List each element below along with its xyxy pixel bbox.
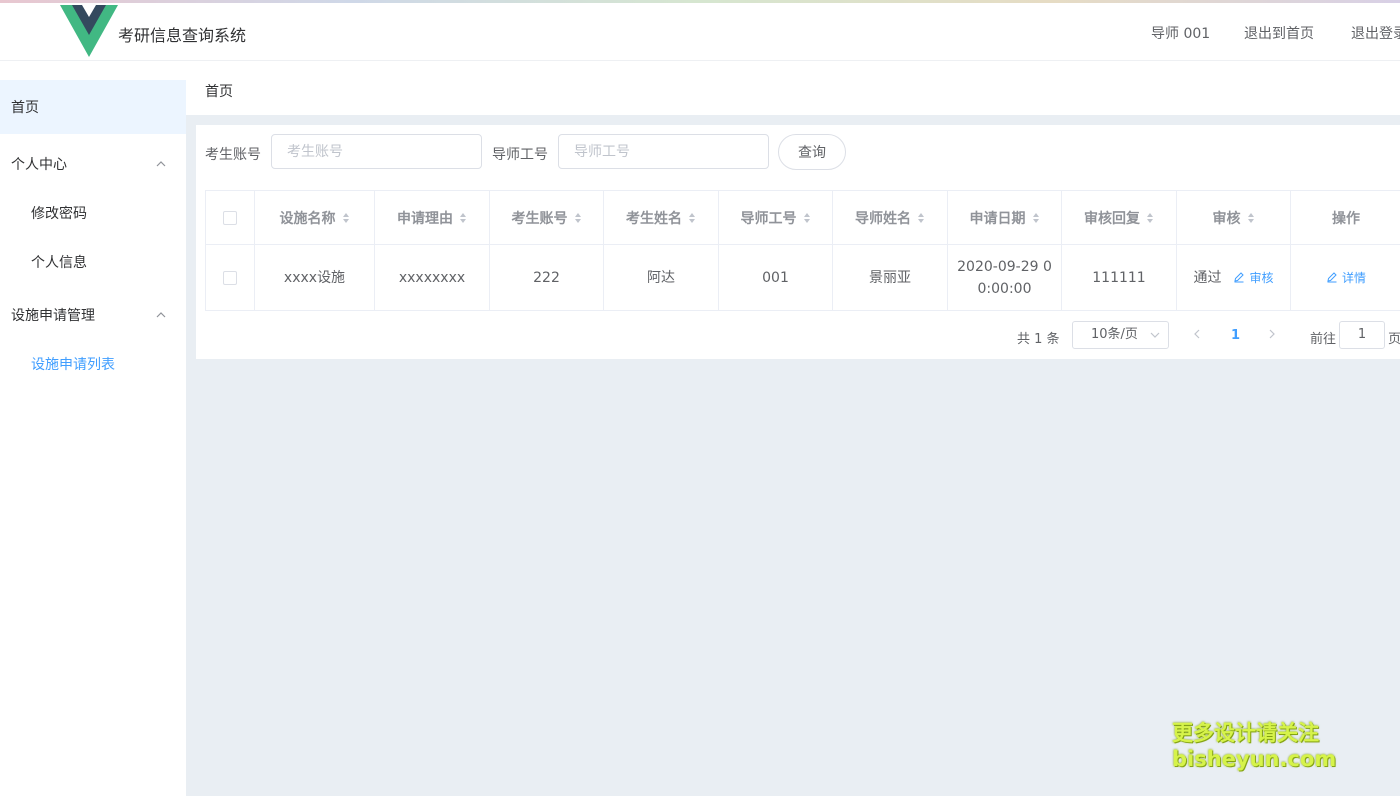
detail-button-label: 详情	[1341, 270, 1366, 285]
app-title: 考研信息查询系统	[118, 26, 247, 45]
row-select-cell	[206, 245, 255, 310]
column-header-student-name[interactable]: 考生姓名	[604, 191, 719, 245]
top-header: 考研信息查询系统 导师 001 退出到首页 退出登录	[0, 3, 1400, 61]
column-header-label: 申请理由	[397, 210, 453, 227]
user-label: 导师 001	[1151, 26, 1211, 42]
column-header-reason[interactable]: 申请理由	[375, 191, 490, 245]
select-all-checkbox[interactable]	[223, 210, 237, 225]
sidebar-item-change-password[interactable]: 修改密码	[0, 189, 186, 237]
watermark: 更多设计请关注 bisheyun.com	[1172, 720, 1337, 772]
sort-caret-icon[interactable]	[688, 212, 696, 224]
sort-caret-icon[interactable]	[1032, 212, 1040, 224]
cell-reason: xxxxxxxx	[375, 245, 490, 310]
sidebar-item-label: 修改密码	[31, 206, 87, 222]
student-account-input[interactable]	[271, 134, 482, 169]
sidebar-menu: 首页 个人中心 修改密码 个人信息 设施申请管理 设施申请列表	[0, 62, 186, 796]
sidebar-item-label: 设施申请管理	[11, 308, 95, 324]
student-account-label: 考生账号	[205, 147, 261, 163]
column-header-label: 导师工号	[740, 210, 797, 227]
apply-date-line2: 0:00:00	[977, 280, 1032, 297]
sort-caret-icon[interactable]	[459, 212, 467, 224]
select-all-cell	[206, 191, 255, 245]
list-card: 考生账号 导师工号 查询 设施名称 申请理由 考生账号 考生姓名 导师工号 导师…	[196, 125, 1400, 359]
chevron-down-icon	[1150, 332, 1160, 338]
cell-tutor-id: 001	[719, 245, 833, 310]
column-header-label: 操作	[1332, 210, 1360, 227]
column-header-label: 审核回复	[1084, 210, 1140, 227]
chevron-up-icon	[156, 312, 166, 318]
next-page-icon[interactable]	[1269, 329, 1275, 339]
sort-caret-icon[interactable]	[803, 212, 811, 224]
column-header-label: 申请日期	[969, 210, 1026, 227]
chevron-up-icon	[156, 161, 166, 167]
breadcrumb-bar: 首页	[186, 62, 1400, 115]
sidebar-item-label: 首页	[11, 100, 39, 116]
column-header-label: 考生账号	[511, 210, 568, 227]
column-header-label: 导师姓名	[855, 210, 911, 227]
main-content: 首页 考生账号 导师工号 查询 设施名称 申请理由 考生账号 考生姓名 导师工号…	[186, 62, 1400, 796]
column-header-tutor-name[interactable]: 导师姓名	[833, 191, 948, 245]
sidebar-item-label: 个人信息	[31, 255, 87, 271]
applications-table: 设施名称 申请理由 考生账号 考生姓名 导师工号 导师姓名 申请日期 审核回复 …	[205, 190, 1400, 311]
column-header-tutor-id[interactable]: 导师工号	[719, 191, 833, 245]
watermark-line2: bisheyun.com	[1172, 747, 1337, 771]
column-header-student-account[interactable]: 考生账号	[490, 191, 604, 245]
column-header-facility[interactable]: 设施名称	[255, 191, 375, 245]
status-text: 通过	[1193, 269, 1222, 286]
edit-icon	[1234, 271, 1245, 282]
query-button[interactable]: 查询	[778, 134, 846, 170]
sidebar-item-facility-list[interactable]: 设施申请列表	[0, 340, 186, 388]
tutor-id-label: 导师工号	[492, 147, 548, 163]
prev-page-icon[interactable]	[1194, 329, 1200, 339]
sidebar-item-facility-management[interactable]: 设施申请管理	[0, 288, 186, 342]
back-home-link[interactable]: 退出到首页	[1244, 23, 1314, 43]
cell-student-name: 阿达	[604, 245, 719, 310]
current-page-number[interactable]: 1	[1231, 328, 1240, 343]
goto-page-input[interactable]: 1	[1339, 321, 1385, 349]
cell-reply: 111111	[1062, 245, 1177, 310]
cell-apply-date: 2020-09-29 0 0:00:00	[948, 245, 1062, 310]
column-header-label: 考生姓名	[626, 210, 682, 227]
sort-caret-icon[interactable]	[1247, 212, 1255, 224]
sort-caret-icon[interactable]	[342, 212, 350, 224]
cell-review: 通过 审核	[1177, 245, 1291, 310]
goto-label: 前往	[1310, 332, 1337, 347]
cell-facility: xxxx设施	[255, 245, 375, 310]
vue-logo-icon	[60, 5, 118, 57]
column-header-review[interactable]: 审核	[1177, 191, 1291, 245]
edit-icon	[1327, 271, 1337, 282]
apply-date-line1: 2020-09-29 0	[957, 258, 1052, 275]
sidebar-item-personal-center[interactable]: 个人中心	[0, 137, 186, 191]
sort-caret-icon[interactable]	[1146, 212, 1154, 224]
sidebar-item-label: 个人中心	[11, 157, 67, 173]
cell-tutor-name: 景丽亚	[833, 245, 948, 310]
column-header-label: 设施名称	[279, 210, 336, 227]
row-checkbox[interactable]	[223, 270, 237, 285]
cell-student-account: 222	[490, 245, 604, 310]
review-button-label: 审核	[1249, 270, 1274, 285]
column-header-label: 审核	[1212, 210, 1241, 227]
detail-button[interactable]: 详情	[1326, 267, 1366, 289]
sidebar-item-label: 设施申请列表	[31, 357, 115, 373]
sort-caret-icon[interactable]	[917, 212, 925, 224]
page-size-value: 10条/页	[1091, 327, 1138, 342]
pagination-total: 共 1 条	[1017, 332, 1060, 347]
sidebar-item-personal-info[interactable]: 个人信息	[0, 238, 186, 286]
sidebar-item-home[interactable]: 首页	[0, 80, 186, 134]
tutor-id-input[interactable]	[558, 134, 769, 169]
watermark-line1: 更多设计请关注	[1172, 721, 1319, 745]
column-header-apply-date[interactable]: 申请日期	[948, 191, 1062, 245]
review-button[interactable]: 审核	[1233, 267, 1274, 289]
breadcrumb[interactable]: 首页	[205, 81, 233, 101]
logout-link[interactable]: 退出登录	[1351, 23, 1400, 43]
page-size-select[interactable]: 10条/页	[1072, 321, 1169, 349]
column-header-reply[interactable]: 审核回复	[1062, 191, 1177, 245]
column-header-actions: 操作	[1291, 191, 1400, 245]
sort-caret-icon[interactable]	[574, 212, 582, 224]
page-suffix-label: 页	[1388, 332, 1400, 347]
cell-actions: 详情	[1291, 245, 1400, 310]
